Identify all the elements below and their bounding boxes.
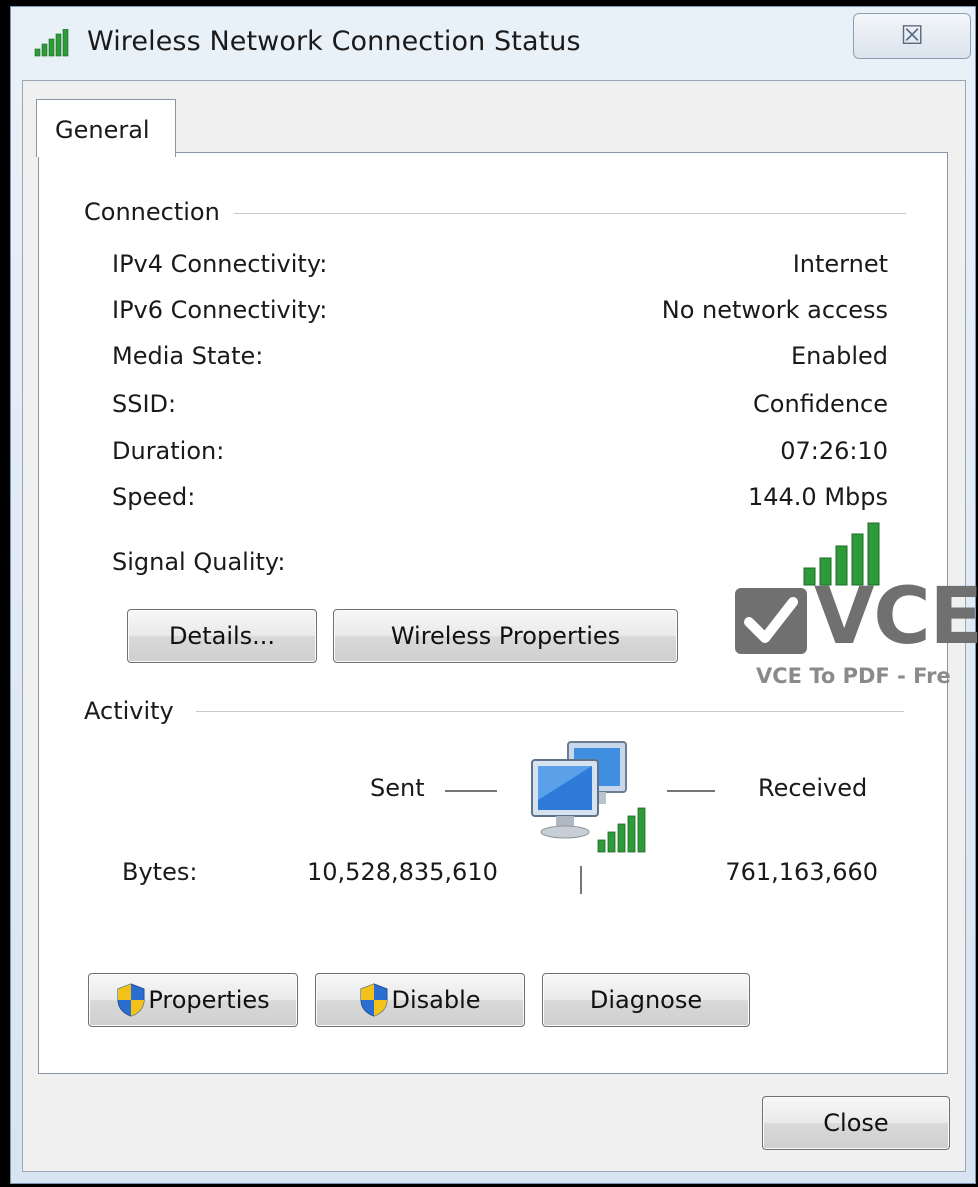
received-label: Received <box>758 774 868 802</box>
tab-general[interactable]: General <box>36 99 176 157</box>
activity-separator <box>196 711 904 712</box>
watermark-subtitle: VCE To PDF - Fre <box>756 664 951 688</box>
disable-button-label: Disable <box>391 986 481 1014</box>
media-state-label: Media State: <box>112 342 264 370</box>
sent-label: Sent <box>370 774 425 802</box>
ipv4-connectivity-label: IPv4 Connectivity: <box>112 250 328 278</box>
wireless-properties-button[interactable]: Wireless Properties <box>333 609 678 663</box>
close-window-button[interactable]: ☒ <box>853 13 971 59</box>
connection-heading: Connection <box>84 198 234 226</box>
watermark-logo-text: VCE <box>814 572 978 662</box>
diagnose-button[interactable]: Diagnose <box>542 973 750 1027</box>
details-button[interactable]: Details... <box>127 609 317 663</box>
connection-separator <box>230 213 906 214</box>
speed-value: 144.0 Mbps <box>747 483 888 511</box>
bytes-divider <box>580 866 582 894</box>
duration-label: Duration: <box>112 437 225 465</box>
network-computers-icon <box>531 741 646 853</box>
window-title: Wireless Network Connection Status <box>87 26 581 57</box>
close-button[interactable]: Close <box>762 1096 950 1150</box>
speed-label: Speed: <box>112 483 196 511</box>
ipv6-connectivity-label: IPv6 Connectivity: <box>112 296 328 324</box>
bytes-label: Bytes: <box>122 858 198 886</box>
wireless-signal-icon <box>34 29 69 57</box>
sent-connector-line <box>445 790 497 792</box>
activity-heading: Activity <box>84 697 188 725</box>
uac-shield-icon <box>117 983 145 1017</box>
properties-button[interactable]: Properties <box>88 973 298 1027</box>
ssid-value: Confidence <box>753 390 888 418</box>
title-bar[interactable]: Wireless Network Connection Status ☒ <box>11 7 975 85</box>
uac-shield-icon <box>360 983 388 1017</box>
bytes-received-value: 761,163,660 <box>725 858 878 886</box>
duration-value: 07:26:10 <box>780 437 888 465</box>
signal-quality-label: Signal Quality: <box>112 548 286 576</box>
bytes-sent-value: 10,528,835,610 <box>307 858 498 886</box>
properties-button-label: Properties <box>148 986 270 1014</box>
checkmark-icon <box>744 597 798 643</box>
disable-button[interactable]: Disable <box>315 973 525 1027</box>
ssid-label: SSID: <box>112 390 177 418</box>
ipv4-connectivity-value: Internet <box>792 250 888 278</box>
ipv6-connectivity-value: No network access <box>661 296 888 324</box>
media-state-value: Enabled <box>791 342 888 370</box>
watermark-check-logo <box>735 588 807 654</box>
received-connector-line <box>667 790 715 792</box>
close-icon: ☒ <box>900 21 924 51</box>
